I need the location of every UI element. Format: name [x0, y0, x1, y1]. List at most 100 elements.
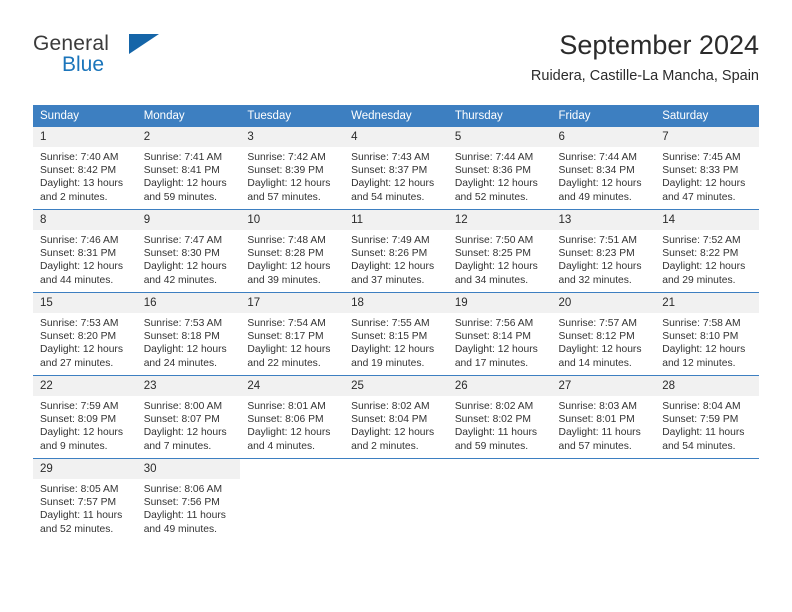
day-cell[interactable]: 6 Sunrise: 7:44 AM Sunset: 8:34 PM Dayli…	[551, 127, 656, 210]
day-info: Sunrise: 7:59 AM Sunset: 8:09 PM Dayligh…	[33, 396, 137, 453]
sunrise-text: Sunrise: 8:06 AM	[143, 484, 223, 495]
day-info: Sunrise: 7:47 AM Sunset: 8:30 PM Dayligh…	[137, 230, 241, 287]
sunrise-text: Sunrise: 8:02 AM	[351, 401, 430, 412]
day-cell[interactable]: 12 Sunrise: 7:50 AM Sunset: 8:25 PM Dayl…	[447, 209, 552, 293]
day-info: Sunrise: 8:04 AM Sunset: 7:59 PM Dayligh…	[655, 396, 759, 453]
daylight-text-line2: and 42 minutes.	[143, 274, 217, 286]
day-cell[interactable]: 18 Sunrise: 7:55 AM Sunset: 8:15 PM Dayl…	[344, 292, 448, 376]
daylight-text-line1: Daylight: 12 hours	[143, 344, 227, 356]
day-info: Sunrise: 7:50 AM Sunset: 8:25 PM Dayligh…	[448, 230, 552, 287]
day-cell[interactable]: 21 Sunrise: 7:58 AM Sunset: 8:10 PM Dayl…	[655, 292, 759, 376]
day-info: Sunrise: 8:01 AM Sunset: 8:06 PM Dayligh…	[240, 396, 344, 453]
calendar-week-row: 15 Sunrise: 7:53 AM Sunset: 8:20 PM Dayl…	[33, 292, 759, 376]
day-cell[interactable]: 7 Sunrise: 7:45 AM Sunset: 8:33 PM Dayli…	[655, 127, 759, 210]
day-number: 15	[33, 293, 137, 313]
sunrise-text: Sunrise: 7:52 AM	[662, 235, 741, 246]
day-info: Sunrise: 7:40 AM Sunset: 8:42 PM Dayligh…	[33, 147, 137, 204]
day-number: 10	[240, 210, 345, 230]
day-number: 3	[240, 127, 345, 147]
day-cell[interactable]: 8 Sunrise: 7:46 AM Sunset: 8:31 PM Dayli…	[33, 209, 137, 293]
sunrise-text: Sunrise: 7:44 AM	[558, 152, 637, 163]
daylight-text-line2: and 44 minutes.	[40, 274, 114, 286]
sunrise-text: Sunrise: 7:53 AM	[40, 318, 119, 329]
title-block: September 2024 Ruidera, Castille-La Manc…	[531, 28, 759, 87]
daylight-text-line2: and 54 minutes.	[662, 440, 736, 452]
day-number: 23	[136, 376, 241, 396]
day-number: 19	[447, 293, 552, 313]
day-cell[interactable]: 3 Sunrise: 7:42 AM Sunset: 8:39 PM Dayli…	[240, 127, 345, 210]
day-cell[interactable]: 20 Sunrise: 7:57 AM Sunset: 8:12 PM Dayl…	[551, 292, 656, 376]
day-cell[interactable]: 16 Sunrise: 7:53 AM Sunset: 8:18 PM Dayl…	[136, 292, 241, 376]
day-cell[interactable]: 24 Sunrise: 8:01 AM Sunset: 8:06 PM Dayl…	[240, 375, 345, 459]
daylight-text-line1: Daylight: 12 hours	[662, 178, 746, 190]
sunset-text: Sunset: 8:10 PM	[662, 331, 739, 343]
day-cell[interactable]: 19 Sunrise: 7:56 AM Sunset: 8:14 PM Dayl…	[447, 292, 552, 376]
day-number: 27	[551, 376, 656, 396]
generalblue-logo[interactable]: General Blue	[33, 32, 163, 80]
page-header: General Blue September 2024 Ruidera, Cas…	[33, 28, 759, 96]
day-cell[interactable]: 4 Sunrise: 7:43 AM Sunset: 8:37 PM Dayli…	[344, 127, 448, 210]
sunset-text: Sunset: 8:18 PM	[143, 331, 220, 343]
day-number: 6	[551, 127, 656, 147]
sunrise-text: Sunrise: 7:54 AM	[247, 318, 326, 329]
calendar-week-row: 29 Sunrise: 8:05 AM Sunset: 7:57 PM Dayl…	[33, 458, 759, 541]
day-cell[interactable]: 23 Sunrise: 8:00 AM Sunset: 8:07 PM Dayl…	[136, 375, 241, 459]
daylight-text-line1: Daylight: 12 hours	[454, 344, 538, 356]
daylight-text-line1: Daylight: 13 hours	[40, 178, 123, 190]
sunrise-text: Sunrise: 7:45 AM	[662, 152, 741, 163]
day-cell[interactable]: 27 Sunrise: 8:03 AM Sunset: 8:01 PM Dayl…	[551, 375, 656, 459]
day-cell[interactable]: 29 Sunrise: 8:05 AM Sunset: 7:57 PM Dayl…	[33, 458, 137, 541]
day-cell[interactable]: 25 Sunrise: 8:02 AM Sunset: 8:04 PM Dayl…	[344, 375, 448, 459]
page-title: September 2024	[559, 30, 759, 60]
day-info: Sunrise: 8:00 AM Sunset: 8:07 PM Dayligh…	[137, 396, 241, 453]
day-cell[interactable]: 28 Sunrise: 8:04 AM Sunset: 7:59 PM Dayl…	[655, 375, 759, 459]
daylight-text-line2: and 24 minutes.	[143, 357, 217, 369]
sunset-text: Sunset: 8:30 PM	[143, 248, 220, 260]
sunset-text: Sunset: 8:28 PM	[247, 248, 324, 260]
daylight-text-line1: Daylight: 12 hours	[662, 261, 746, 273]
day-info: Sunrise: 7:56 AM Sunset: 8:14 PM Dayligh…	[448, 313, 552, 370]
sunset-text: Sunset: 8:42 PM	[40, 165, 117, 177]
sunset-text: Sunset: 7:57 PM	[40, 497, 117, 509]
daylight-text-line1: Daylight: 12 hours	[40, 261, 123, 273]
sunset-text: Sunset: 8:41 PM	[143, 165, 220, 177]
day-cell[interactable]: 30 Sunrise: 8:06 AM Sunset: 7:56 PM Dayl…	[136, 458, 241, 541]
day-cell[interactable]: 14 Sunrise: 7:52 AM Sunset: 8:22 PM Dayl…	[655, 209, 759, 293]
day-cell[interactable]: 2 Sunrise: 7:41 AM Sunset: 8:41 PM Dayli…	[136, 127, 241, 210]
day-cell[interactable]: 22 Sunrise: 7:59 AM Sunset: 8:09 PM Dayl…	[33, 375, 137, 459]
daylight-text-line1: Daylight: 11 hours	[143, 510, 226, 522]
daylight-text-line2: and 17 minutes.	[454, 357, 529, 369]
day-cell-empty	[344, 458, 448, 541]
day-cell[interactable]: 11 Sunrise: 7:49 AM Sunset: 8:26 PM Dayl…	[344, 209, 448, 293]
weekday-header-row: Sunday Monday Tuesday Wednesday Thursday…	[33, 105, 759, 127]
day-info: Sunrise: 7:43 AM Sunset: 8:37 PM Dayligh…	[344, 147, 448, 204]
daylight-text-line2: and 34 minutes.	[454, 274, 529, 286]
triangle-icon	[129, 34, 159, 54]
day-cell[interactable]: 5 Sunrise: 7:44 AM Sunset: 8:36 PM Dayli…	[447, 127, 552, 210]
sunrise-text: Sunrise: 8:02 AM	[454, 401, 534, 412]
sunrise-text: Sunrise: 7:41 AM	[143, 152, 223, 163]
sunrise-text: Sunrise: 7:50 AM	[454, 235, 534, 246]
day-cell[interactable]: 10 Sunrise: 7:48 AM Sunset: 8:28 PM Dayl…	[240, 209, 345, 293]
day-number: 22	[33, 376, 137, 396]
daylight-text-line2: and 52 minutes.	[454, 191, 529, 203]
day-number: 26	[447, 376, 552, 396]
sunset-text: Sunset: 7:59 PM	[662, 414, 739, 426]
day-info: Sunrise: 7:44 AM Sunset: 8:36 PM Dayligh…	[448, 147, 552, 204]
daylight-text-line1: Daylight: 12 hours	[662, 344, 746, 356]
day-cell[interactable]: 13 Sunrise: 7:51 AM Sunset: 8:23 PM Dayl…	[551, 209, 656, 293]
day-cell[interactable]: 15 Sunrise: 7:53 AM Sunset: 8:20 PM Dayl…	[33, 292, 137, 376]
day-cell[interactable]: 17 Sunrise: 7:54 AM Sunset: 8:17 PM Dayl…	[240, 292, 345, 376]
sunrise-text: Sunrise: 7:40 AM	[40, 152, 119, 163]
daylight-text-line2: and 57 minutes.	[558, 440, 632, 452]
day-cell[interactable]: 9 Sunrise: 7:47 AM Sunset: 8:30 PM Dayli…	[136, 209, 241, 293]
day-number: 14	[655, 210, 759, 230]
sunrise-text: Sunrise: 8:04 AM	[662, 401, 741, 412]
day-cell[interactable]: 1 Sunrise: 7:40 AM Sunset: 8:42 PM Dayli…	[33, 127, 137, 210]
sunset-text: Sunset: 8:34 PM	[558, 165, 635, 177]
daylight-text-line2: and 27 minutes.	[40, 357, 114, 369]
daylight-text-line1: Daylight: 12 hours	[558, 261, 642, 273]
daylight-text-line1: Daylight: 12 hours	[143, 261, 227, 273]
sunset-text: Sunset: 8:14 PM	[454, 331, 531, 343]
day-cell[interactable]: 26 Sunrise: 8:02 AM Sunset: 8:02 PM Dayl…	[447, 375, 552, 459]
